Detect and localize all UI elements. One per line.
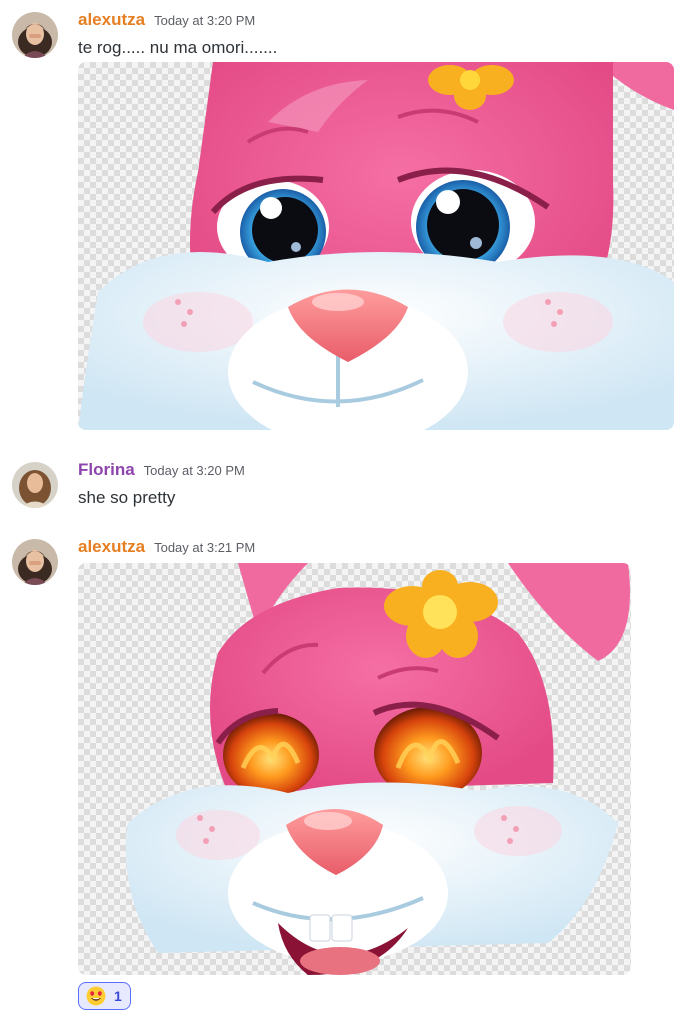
- reaction-heart-eyes[interactable]: 1: [78, 982, 131, 1010]
- message-text: she so pretty: [78, 488, 176, 507]
- message-text: te rog..... nu ma omori.......: [78, 38, 278, 57]
- message-1: alexutza Today at 3:20 PM te rog..... nu…: [0, 10, 700, 430]
- username[interactable]: alexutza: [78, 10, 145, 30]
- message-3: alexutza Today at 3:21 PM: [0, 537, 700, 1017]
- avatar-alexutza[interactable]: [12, 539, 58, 585]
- username[interactable]: alexutza: [78, 537, 145, 557]
- timestamp: Today at 3:20 PM: [143, 463, 245, 478]
- timestamp: Today at 3:20 PM: [154, 13, 256, 28]
- reaction-count: 1: [114, 988, 122, 1004]
- fire-eyes-bunny-image-attachment[interactable]: [78, 563, 631, 975]
- avatar-florina[interactable]: [12, 462, 58, 508]
- message-2: Florina Today at 3:20 PM she so pretty: [0, 460, 700, 520]
- heart-eyes-emoji-icon: [86, 986, 106, 1006]
- username[interactable]: Florina: [78, 460, 135, 480]
- avatar-alexutza[interactable]: [12, 12, 58, 58]
- timestamp: Today at 3:21 PM: [154, 540, 256, 555]
- bunny-image-attachment[interactable]: [78, 62, 674, 430]
